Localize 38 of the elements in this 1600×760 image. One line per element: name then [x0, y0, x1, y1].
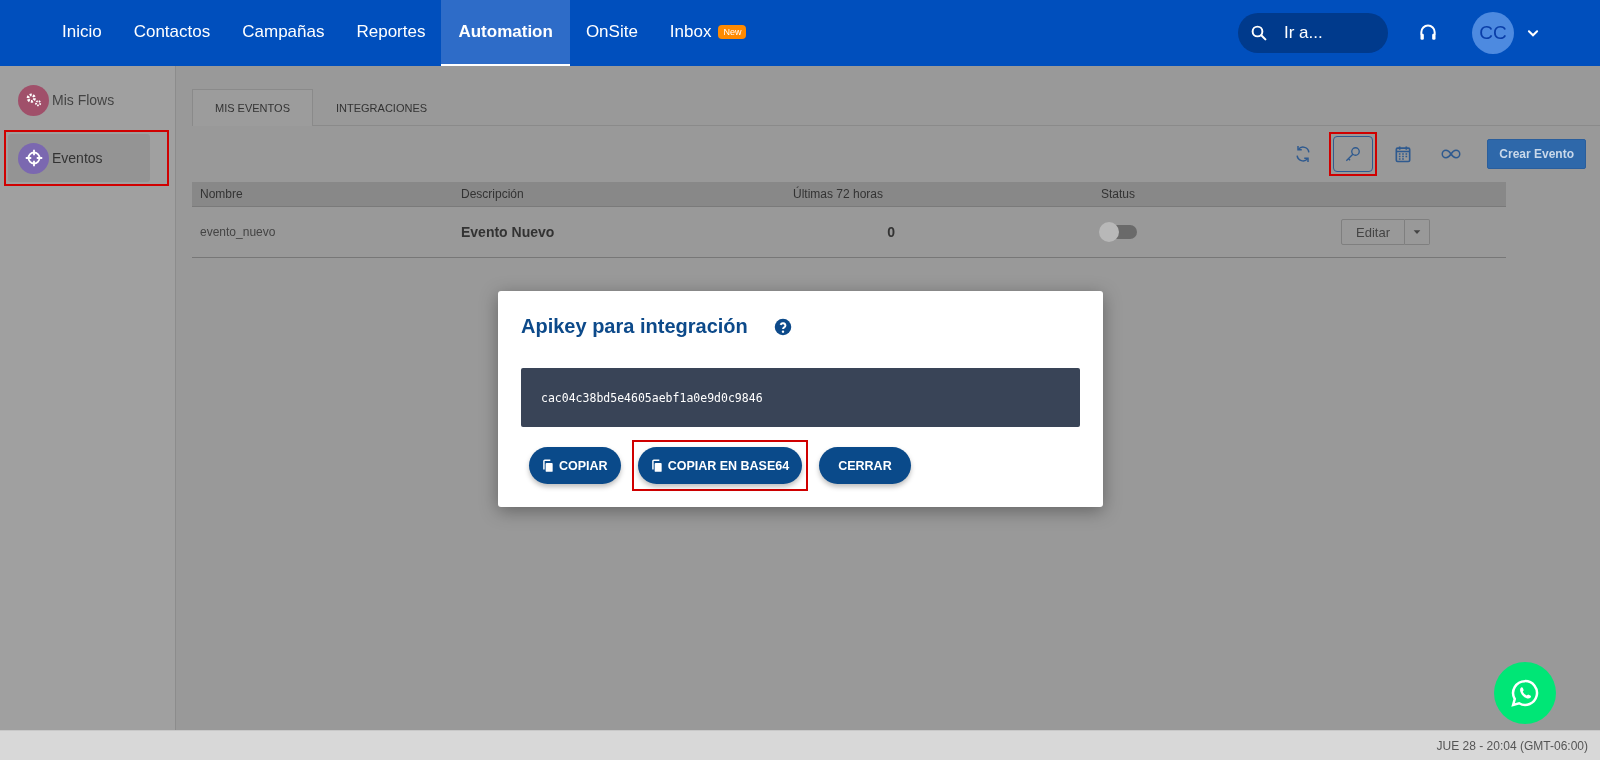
create-event-button[interactable]: Crear Evento — [1487, 139, 1586, 169]
column-header: Status — [1100, 187, 1137, 201]
nav-item[interactable]: OnSite — [569, 0, 654, 66]
column-header: Nombre — [199, 187, 244, 201]
calendar-icon[interactable] — [1393, 144, 1414, 164]
close-button[interactable]: CERRAR — [819, 447, 911, 484]
sidebar-item[interactable]: Eventos — [8, 134, 150, 182]
table-cell-text: 0 — [886, 224, 896, 240]
table-cell-text: Evento Nuevo — [460, 224, 556, 240]
date-time: JUE 28 - 20:04 (GMT-06:00) — [1436, 738, 1588, 753]
copy-icon — [649, 458, 664, 473]
nav-item[interactable]: Contactos — [117, 0, 227, 66]
search-field[interactable]: Ir a... — [1238, 13, 1388, 53]
caret-down-icon — [1411, 227, 1422, 237]
nav-item[interactable]: Reportes — [340, 0, 442, 66]
api-key-field[interactable]: cac04c38bd5e4605aebf1a0e9d0c9846 — [521, 368, 1080, 427]
dropdown-button[interactable] — [1404, 219, 1430, 245]
tab[interactable]: INTEGRACIONES — [313, 89, 451, 125]
copy-button[interactable]: COPIAR EN BASE64 — [637, 447, 803, 484]
copy-icon — [541, 458, 555, 473]
sidebar-item[interactable]: Mis Flows — [8, 76, 150, 124]
search-input[interactable]: Ir a... — [1282, 22, 1376, 44]
headset-icon[interactable] — [1418, 23, 1438, 43]
nav-item[interactable]: Inicio — [46, 0, 118, 66]
chat-bubble-icon — [1510, 678, 1540, 708]
table-cell-text: evento_nuevo — [199, 225, 277, 239]
copy-button[interactable]: COPIAR — [529, 447, 621, 484]
column-header: Descripción — [460, 187, 525, 201]
tab[interactable]: MIS EVENTOS — [192, 89, 313, 126]
nav-item[interactable]: Inbox New — [653, 0, 763, 66]
toggle-switch[interactable] — [1101, 225, 1137, 239]
dialog-title: Apikey para integración — [521, 315, 748, 338]
search-icon — [1250, 23, 1268, 43]
nav-item[interactable]: Automation — [441, 0, 570, 66]
nav-item[interactable]: Campañas — [226, 0, 341, 66]
new-badge: New — [718, 25, 747, 39]
column-header: Últimas 72 horas — [793, 187, 885, 201]
help-icon — [773, 317, 792, 336]
